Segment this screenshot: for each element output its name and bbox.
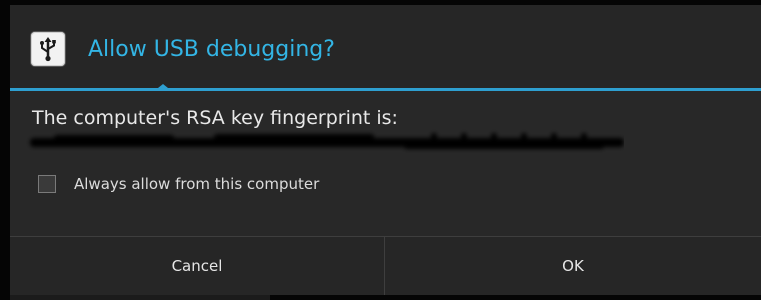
title-divider (10, 88, 761, 91)
always-allow-row[interactable]: Always allow from this computer (38, 173, 319, 195)
usb-icon (31, 32, 65, 66)
dialog-title-bar: Allow USB debugging? (10, 5, 761, 88)
usb-debugging-dialog: Allow USB debugging? The computer's RSA … (10, 5, 761, 295)
dialog-title: Allow USB debugging? (88, 37, 335, 62)
fingerprint-message: The computer's RSA key fingerprint is: (32, 107, 398, 129)
screen: Allow USB debugging? The computer's RSA … (0, 0, 761, 300)
ok-button[interactable]: OK (385, 237, 761, 295)
cancel-button[interactable]: Cancel (10, 237, 384, 295)
always-allow-checkbox[interactable] (38, 175, 56, 193)
always-allow-label: Always allow from this computer (74, 175, 320, 193)
background-edge (10, 295, 270, 300)
redacted-fingerprint (30, 133, 624, 149)
